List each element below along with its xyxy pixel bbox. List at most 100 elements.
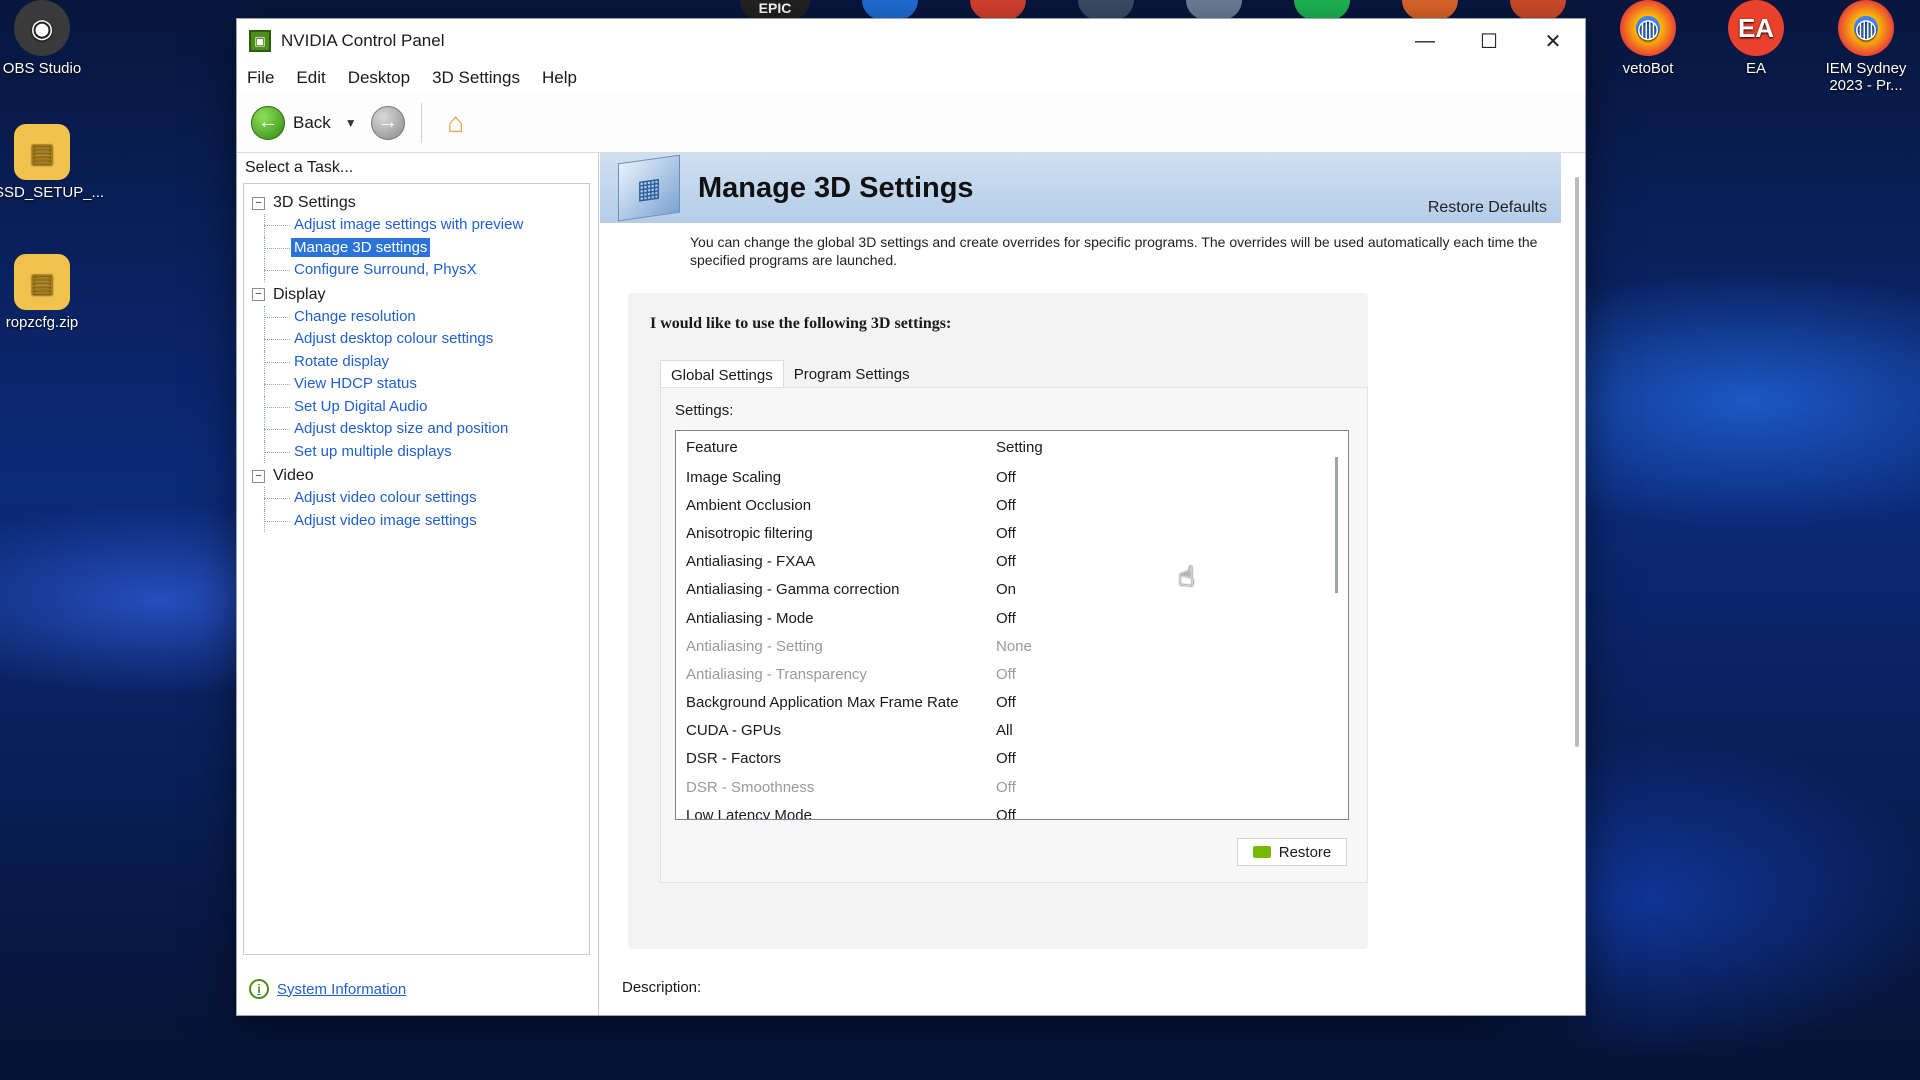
setting-cell[interactable]: Off xyxy=(996,807,1016,819)
tree-item-configure-surround[interactable]: Configure Surround, PhysX xyxy=(244,259,589,282)
restore-defaults-link[interactable]: Restore Defaults xyxy=(1428,199,1547,217)
tree-item-digital-audio[interactable]: Set Up Digital Audio xyxy=(244,395,589,419)
tree-item-view-hdcp[interactable]: View HDCP status xyxy=(244,373,589,396)
feature-cell: Antialiasing - Mode xyxy=(686,609,814,627)
tree-group-label: Video xyxy=(273,467,314,484)
desktop-icon-label: vetoBot xyxy=(1622,60,1674,77)
tree-item-manage-3d-settings[interactable]: Manage 3D settings xyxy=(244,236,589,260)
table-row[interactable]: DSR - Factors Off xyxy=(676,745,1348,773)
back-dropdown-icon[interactable]: ▼ xyxy=(345,116,357,130)
settings-label: Settings: xyxy=(675,402,734,419)
table-row[interactable]: Antialiasing - Mode Off xyxy=(676,604,1348,632)
nvidia-app-icon: ▣ xyxy=(249,30,271,52)
column-header-feature[interactable]: Feature xyxy=(676,439,996,456)
window-body: Select a Task... − 3D Settings Adjust im… xyxy=(237,153,1585,1015)
tree-item-adjust-desktop-colour[interactable]: Adjust desktop colour settings xyxy=(244,328,589,351)
ea-icon: EA xyxy=(1728,0,1784,56)
spotify-icon[interactable] xyxy=(1294,0,1350,20)
tree-item-video-colour[interactable]: Adjust video colour settings xyxy=(244,487,589,510)
table-row[interactable]: CUDA - GPUs All xyxy=(676,717,1348,745)
battlenet-icon[interactable] xyxy=(862,0,918,20)
setting-cell[interactable]: Off xyxy=(996,666,1016,683)
table-row[interactable]: Low Latency Mode Off xyxy=(676,801,1348,819)
tree-item-label: Adjust desktop size and position xyxy=(294,420,509,437)
setting-cell[interactable]: None xyxy=(996,638,1032,655)
back-arrow-icon[interactable]: ← xyxy=(251,105,285,140)
forward-arrow-icon[interactable]: → xyxy=(370,105,405,140)
chrome-icon[interactable] xyxy=(970,0,1026,20)
menu-desktop[interactable]: Desktop xyxy=(348,68,410,88)
table-row[interactable]: Anisotropic filtering Off xyxy=(676,519,1348,547)
tree-group-label: 3D Settings xyxy=(273,194,356,211)
feature-cell: DSR - Factors xyxy=(686,750,782,768)
app-icon[interactable] xyxy=(1186,0,1242,20)
tree-item-rotate-display[interactable]: Rotate display xyxy=(244,350,589,374)
feature-cell: Antialiasing - Gamma correction xyxy=(686,581,900,599)
table-row[interactable]: Antialiasing - Setting None xyxy=(676,632,1348,660)
setting-cell[interactable]: Off xyxy=(996,525,1016,542)
tree-group-video[interactable]: − Video xyxy=(244,465,589,487)
setting-cell[interactable]: Off xyxy=(996,610,1016,627)
tree-item-video-image[interactable]: Adjust video image settings xyxy=(244,509,589,533)
menu-help[interactable]: Help xyxy=(542,68,577,88)
setting-cell[interactable]: Off xyxy=(996,694,1016,711)
tree-group-3d-settings[interactable]: − 3D Settings xyxy=(244,192,589,214)
setting-cell[interactable]: Off xyxy=(996,779,1016,796)
tree-item-multiple-displays[interactable]: Set up multiple displays xyxy=(244,440,589,464)
title-bar: ▣ NVIDIA Control Panel — ☐ ✕ xyxy=(237,19,1585,63)
setting-cell[interactable]: Off xyxy=(996,553,1016,570)
table-row[interactable]: Antialiasing - Gamma correction On xyxy=(676,576,1348,604)
task-sidebar: Select a Task... − 3D Settings Adjust im… xyxy=(237,153,599,1015)
desktop-icon-vetobot[interactable]: ◍ vetoBot xyxy=(1600,0,1696,77)
app-icon[interactable] xyxy=(1510,0,1566,20)
tree-item-desktop-size[interactable]: Adjust desktop size and position xyxy=(244,418,589,441)
desktop-icon-label: EA xyxy=(1745,60,1766,77)
desktop-icon-ssd-setup[interactable]: ▤ SSD_SETUP_... xyxy=(0,124,105,201)
tree-group-label: Display xyxy=(273,285,326,303)
table-row[interactable]: Ambient Occlusion Off xyxy=(676,491,1348,519)
steam-icon[interactable] xyxy=(1078,0,1134,20)
system-information-link[interactable]: i System Information xyxy=(249,979,406,999)
tree-group-display[interactable]: − Display xyxy=(244,284,589,306)
desktop-icon-label: SSD_SETUP_... xyxy=(0,184,105,201)
desktop-icon-ea[interactable]: EA EA xyxy=(1708,0,1804,77)
tab-global-settings[interactable]: Global Settings xyxy=(660,360,784,390)
tree-item-label: Configure Surround, PhysX xyxy=(294,261,477,278)
tree-item-label: Rotate display xyxy=(294,352,390,370)
epic-icon[interactable]: EPIC xyxy=(740,0,810,20)
maximize-button[interactable]: ☐ xyxy=(1457,19,1521,63)
table-row[interactable]: Antialiasing - Transparency Off xyxy=(676,660,1348,688)
table-row[interactable]: Image Scaling Off xyxy=(676,463,1348,491)
setting-cell[interactable]: All xyxy=(996,722,1013,739)
collapse-icon[interactable]: − xyxy=(252,196,265,210)
collapse-icon[interactable]: − xyxy=(252,288,265,301)
content-scrollbar[interactable] xyxy=(1575,177,1579,747)
tree-item-adjust-image-settings[interactable]: Adjust image settings with preview xyxy=(244,214,589,237)
global-settings-tab-body: Settings: Feature Setting Image Scaling O… xyxy=(660,387,1368,883)
column-header-setting[interactable]: Setting xyxy=(996,439,1043,456)
desktop-icon-iem-sydney[interactable]: ◍ IEM Sydney 2023 - Pr... xyxy=(1814,0,1918,94)
app-icon[interactable] xyxy=(1402,0,1458,20)
menu-edit[interactable]: Edit xyxy=(296,68,325,88)
back-button[interactable]: Back xyxy=(293,113,331,133)
desktop-icon-obs[interactable]: ◉ OBS Studio xyxy=(0,0,90,77)
setting-cell[interactable]: Off xyxy=(996,469,1016,486)
menu-file[interactable]: File xyxy=(247,68,274,88)
minimize-button[interactable]: — xyxy=(1393,19,1457,63)
close-button[interactable]: ✕ xyxy=(1521,19,1585,63)
setting-cell[interactable]: On xyxy=(996,581,1016,598)
table-row[interactable]: Antialiasing - FXAA Off xyxy=(676,548,1348,576)
tab-program-settings[interactable]: Program Settings xyxy=(784,360,920,390)
setting-cell[interactable]: Off xyxy=(996,750,1016,767)
restore-button[interactable]: Restore xyxy=(1237,838,1347,866)
setting-cell[interactable]: Off xyxy=(996,497,1016,514)
home-icon[interactable]: ⌂ xyxy=(438,106,474,140)
feature-cell: Ambient Occlusion xyxy=(686,496,812,514)
tree-item-change-resolution[interactable]: Change resolution xyxy=(244,305,589,329)
table-scrollbar[interactable] xyxy=(1335,457,1338,593)
table-row[interactable]: Background Application Max Frame Rate Off xyxy=(676,689,1348,717)
table-row[interactable]: DSR - Smoothness Off xyxy=(676,773,1348,801)
collapse-icon[interactable]: − xyxy=(252,469,265,483)
menu-3d-settings[interactable]: 3D Settings xyxy=(432,68,520,88)
desktop-icon-ropzcfg[interactable]: ▤ ropzcfg.zip xyxy=(0,254,90,331)
